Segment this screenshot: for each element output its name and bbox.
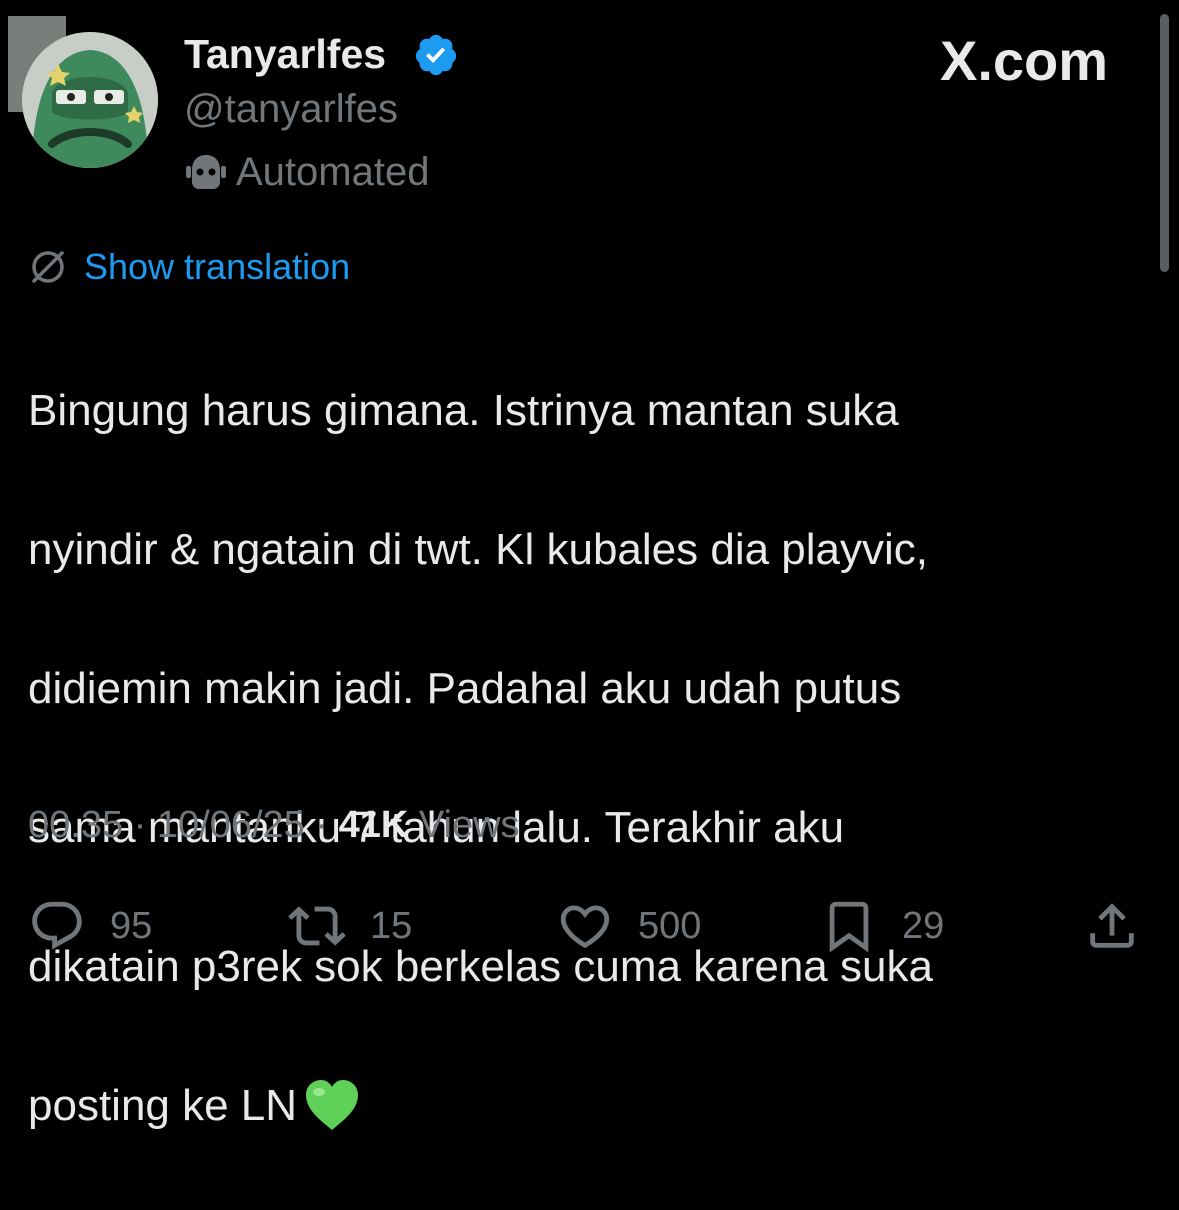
tweet-line: Bingung harus gimana. Istrinya mantan su…: [28, 385, 899, 435]
repost-count: 15: [370, 904, 413, 947]
bookmark-count: 29: [902, 904, 945, 947]
bot-icon: [186, 155, 226, 189]
views-count: 41K: [338, 804, 409, 846]
reply-count: 95: [110, 904, 153, 947]
avatar[interactable]: [22, 32, 158, 168]
green-heart-icon: [306, 1079, 359, 1130]
reply-icon: [32, 901, 82, 950]
tweet-line: nyindir & ngatain di twt. Kl kubales dia…: [28, 524, 929, 574]
meta-separator: ·: [315, 804, 329, 846]
display-name[interactable]: Tanyarlfes: [184, 30, 386, 78]
tweet-meta: 00.35 · 10/06/25 · 41K Views: [28, 800, 520, 850]
meta-separator: ·: [133, 804, 147, 846]
x-com-logo: X.com: [940, 29, 1109, 92]
share-button[interactable]: [1083, 896, 1141, 956]
tweet-actions: 95 15 500 29: [0, 896, 1179, 956]
reply-button[interactable]: 95: [28, 896, 152, 956]
tweet-date[interactable]: 10/06/25: [157, 804, 305, 846]
translate-icon: [32, 251, 64, 283]
repost-icon: [288, 906, 346, 946]
automated-label: Automated: [236, 149, 430, 194]
tweet-line: posting ke LN: [28, 1080, 298, 1130]
verified-badge-icon[interactable]: [413, 32, 459, 78]
share-icon: [1090, 903, 1134, 948]
repost-button[interactable]: 15: [288, 896, 412, 956]
tweet-line-last: posting ke LN: [28, 1071, 1148, 1141]
tweet-time[interactable]: 00.35: [28, 804, 123, 846]
avatar-illustration: [22, 32, 158, 168]
heart-icon: [560, 905, 610, 949]
show-translation-link[interactable]: Show translation: [28, 244, 350, 290]
automated-label-row: Automated: [184, 148, 429, 196]
views-label: Views: [418, 804, 520, 846]
bookmark-icon: [829, 901, 869, 953]
like-count: 500: [638, 904, 702, 947]
scrollbar[interactable]: [1160, 14, 1169, 272]
tweet-text: Bingung harus gimana. Istrinya mantan su…: [28, 306, 1148, 1210]
bookmark-button[interactable]: 29: [820, 896, 944, 956]
user-handle[interactable]: @tanyarlfes: [184, 85, 398, 133]
like-button[interactable]: 500: [556, 896, 701, 956]
tweet-line: didiemin makin jadi. Padahal aku udah pu…: [28, 663, 902, 713]
show-translation-label[interactable]: Show translation: [84, 246, 350, 288]
